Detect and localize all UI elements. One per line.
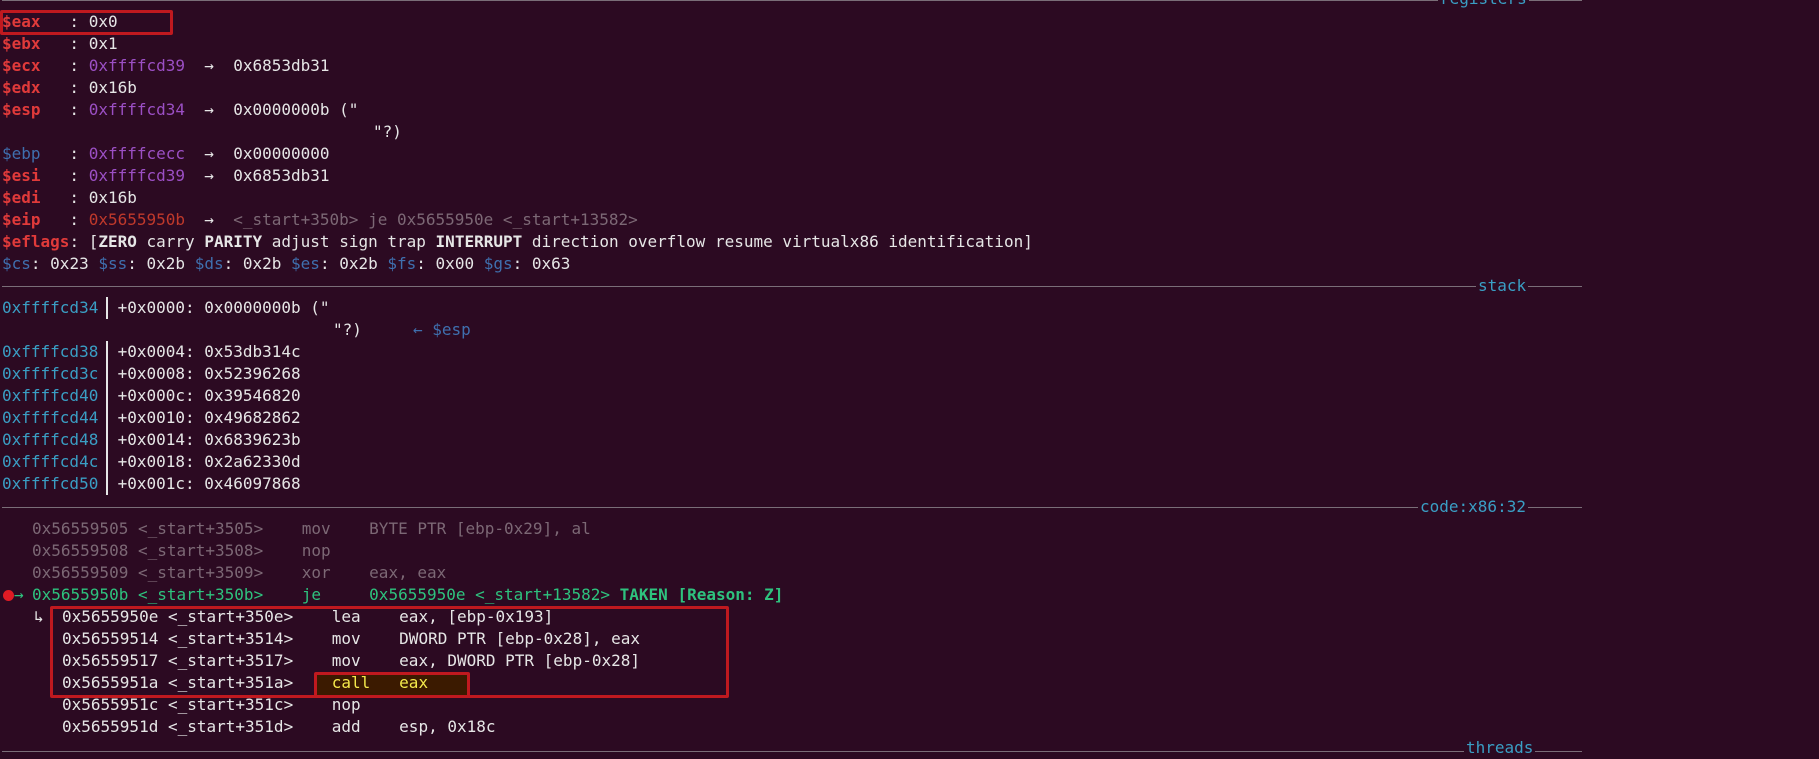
stack-row: 0xffffcd48 +0x0014: 0x6839623b [2, 430, 301, 449]
register-segments: $cs: 0x23 $ss: 0x2b $ds: 0x2b $es: 0x2b … [2, 254, 571, 273]
code-row: 0x56559508 <_start+3508> nop [32, 541, 331, 560]
registers-section-title: registers [1438, 0, 1529, 10]
stack-row: 0xffffcd44 +0x0010: 0x49682862 [2, 408, 301, 427]
breakpoint-icon[interactable] [3, 590, 14, 601]
current-instruction-arrow-icon: → [14, 585, 24, 604]
register-esp-continuation: "?) [373, 122, 402, 141]
stack-row: 0xffffcd50 +0x001c: 0x46097868 [2, 474, 301, 493]
stack-divider [106, 385, 108, 407]
threads-separator [2, 751, 1582, 752]
stack-divider [106, 363, 108, 385]
stack-divider [106, 297, 108, 319]
stack-esp-marker: ← $esp [413, 320, 471, 339]
register-eflags: $eflags: [ZERO carry PARITY adjust sign … [2, 232, 1033, 251]
threads-section-title: threads [1464, 737, 1536, 759]
code-row: 0x56559505 <_start+3505> mov BYTE PTR [e… [32, 519, 591, 538]
code-row-current: 0x5655950b <_start+350b> je 0x5655950e <… [32, 585, 784, 604]
register-edx: $edx : 0x16b [2, 78, 137, 97]
stack-divider [106, 429, 108, 451]
stack-row: 0xffffcd40 +0x000c: 0x39546820 [2, 386, 301, 405]
register-esi: $esi : 0xffffcd39 → 0x6853db31 [2, 166, 330, 185]
stack-row: 0xffffcd3c +0x0008: 0x52396268 [2, 364, 301, 383]
stack-row: 0xffffcd4c +0x0018: 0x2a62330d [2, 452, 301, 471]
register-esp: $esp : 0xffffcd34 → 0x0000000b (" [2, 100, 359, 119]
registers-separator [2, 0, 1582, 1]
code-row: 0x56559509 <_start+3509> xor eax, eax [32, 563, 447, 582]
stack-section-title: stack [1476, 275, 1529, 297]
register-ebp: $ebp : 0xffffcecc → 0x00000000 [2, 144, 330, 163]
stack-divider [106, 451, 108, 473]
stack-divider [106, 473, 108, 495]
register-edi: $edi : 0x16b [2, 188, 137, 207]
register-ebx: $ebx : 0x1 [2, 34, 118, 53]
eax-highlight-box [0, 10, 173, 35]
stack-row: 0xffffcd34 +0x0000: 0x0000000b (" [2, 298, 330, 317]
code-section-title: code:x86:32 [1418, 496, 1528, 518]
stack-row: 0xffffcd38 +0x0004: 0x53db314c [2, 342, 301, 361]
stack-divider [106, 341, 108, 363]
code-row: 0x5655951d <_start+351d> add esp, 0x18c [62, 717, 496, 736]
branch-arrow-icon: ↳ [34, 607, 44, 626]
code-separator [2, 507, 1582, 508]
register-ecx: $ecx : 0xffffcd39 → 0x6853db31 [2, 56, 330, 75]
stack-divider [106, 407, 108, 429]
stack-separator [2, 286, 1582, 287]
stack-row-continuation: "?) [333, 320, 362, 339]
call-highlight-box [314, 672, 470, 698]
register-eip: $eip : 0x5655950b → <_start+350b> je 0x5… [2, 210, 638, 229]
